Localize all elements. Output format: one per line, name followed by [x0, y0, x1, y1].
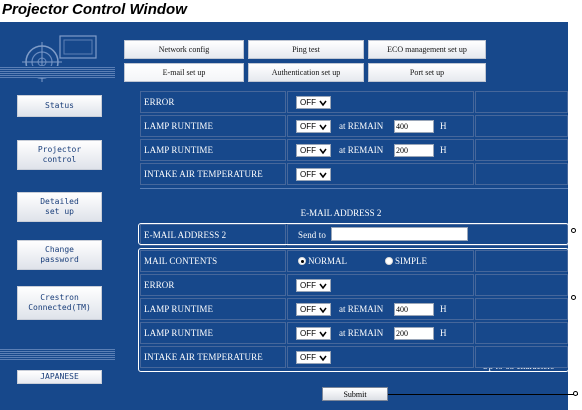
- at-remain-label: at REMAIN: [339, 121, 384, 131]
- divider: [140, 188, 568, 189]
- main-frame: Status Projector control Detailed set up…: [0, 22, 569, 410]
- callout-marker: [571, 228, 576, 233]
- sidebar-item-projector-control[interactable]: Projector control: [17, 140, 102, 170]
- chevron-down-icon: [319, 170, 327, 180]
- chevron-down-icon: [319, 122, 327, 132]
- table-row: LAMP RUNTIME OFF at REMAIN 400 H: [114, 114, 568, 138]
- row-label: LAMP RUNTIME: [144, 121, 214, 131]
- table-row: ERROR OFF: [114, 90, 568, 114]
- window-title: Projector Control Window: [2, 1, 187, 18]
- stripe-divider: [0, 348, 115, 360]
- section-title: E-MAIL ADDRESS 2: [300, 208, 382, 218]
- title-bar: Projector Control Window: [0, 0, 582, 22]
- row-label: LAMP RUNTIME: [144, 145, 214, 155]
- chevron-down-icon: [319, 146, 327, 156]
- intake-air-temp-select[interactable]: OFF: [296, 168, 331, 181]
- sidebar-item-crestron-connected[interactable]: Crestron Connected(TM): [17, 286, 102, 320]
- tab-port-set-up[interactable]: Port set up: [368, 63, 486, 82]
- hours-unit-label: H: [440, 145, 447, 155]
- japanese-language-button[interactable]: JAPANESE: [17, 370, 102, 384]
- remain-hours-input[interactable]: 400: [394, 120, 434, 133]
- mail-settings-callout: [138, 248, 569, 372]
- stripe-divider: [0, 66, 115, 78]
- callout-marker: [573, 391, 578, 396]
- tab-network-config[interactable]: Network config: [124, 40, 244, 59]
- tab-ping-test[interactable]: Ping test: [248, 40, 364, 59]
- table-row: INTAKE AIR TEMPERATURE OFF: [114, 162, 568, 186]
- sidebar-item-status[interactable]: Status: [17, 95, 102, 117]
- email-address-callout: [138, 223, 569, 245]
- sidebar-item-detailed-set-up[interactable]: Detailed set up: [17, 192, 102, 222]
- sidebar-item-change-password[interactable]: Change password: [17, 240, 102, 270]
- tab-authentication-set-up[interactable]: Authentication set up: [248, 63, 364, 82]
- row-label: ERROR: [144, 97, 175, 107]
- tab-email-set-up[interactable]: E-mail set up: [124, 63, 244, 82]
- lamp-runtime-select[interactable]: OFF: [296, 144, 331, 157]
- error-notify-select[interactable]: OFF: [296, 96, 331, 109]
- lamp-runtime-select[interactable]: OFF: [296, 120, 331, 133]
- at-remain-label: at REMAIN: [339, 145, 384, 155]
- remain-hours-input[interactable]: 200: [394, 144, 434, 157]
- tab-eco-management[interactable]: ECO management set up: [368, 40, 486, 59]
- table-row: LAMP RUNTIME OFF at REMAIN 200 H: [114, 138, 568, 162]
- callout-marker: [571, 295, 576, 300]
- leader-line: [388, 394, 578, 395]
- row-label: INTAKE AIR TEMPERATURE: [144, 169, 263, 179]
- hours-unit-label: H: [440, 121, 447, 131]
- chevron-down-icon: [319, 98, 327, 108]
- submit-button[interactable]: Submit: [322, 387, 388, 401]
